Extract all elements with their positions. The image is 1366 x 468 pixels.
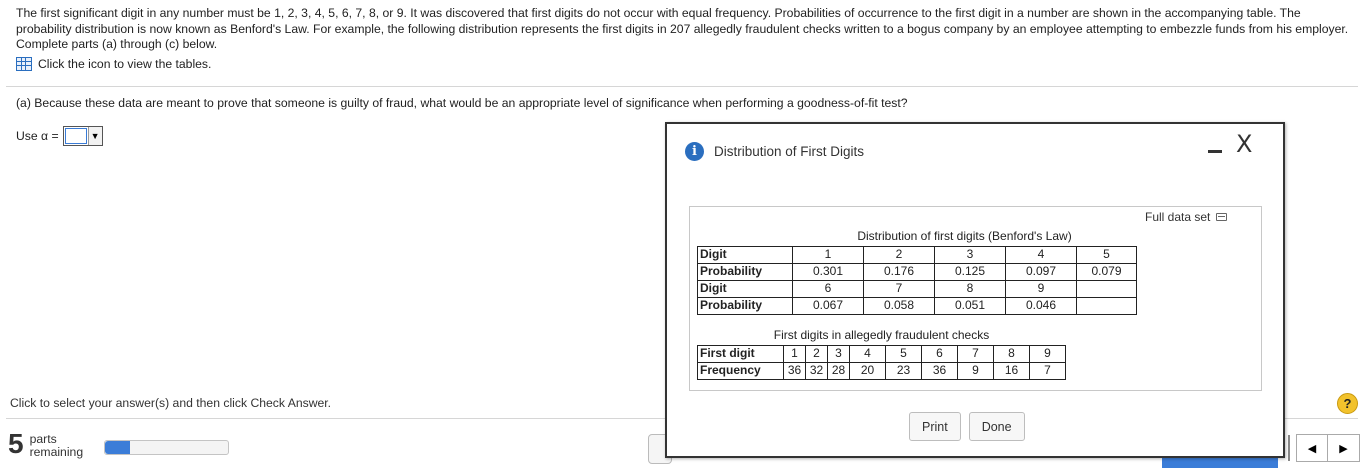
table-cell — [1076, 296, 1137, 315]
table-cell: 8 — [934, 279, 1006, 298]
table-cell: 2 — [863, 245, 935, 264]
close-icon[interactable]: X — [1236, 130, 1252, 158]
progress-bar — [104, 440, 229, 455]
table-cell: 36 — [783, 361, 806, 380]
table-cell: 0.301 — [792, 262, 864, 281]
problem-intro: The first significant digit in any numbe… — [16, 6, 1349, 51]
fraud-checks-table: First digits in allegedly fraudulent che… — [697, 328, 1066, 380]
table-cell: 20 — [849, 361, 886, 380]
print-button[interactable]: Print — [909, 412, 961, 441]
distribution-dialog: i Distribution of First Digits X Full da… — [665, 122, 1285, 458]
table-cell: 8 — [993, 344, 1030, 363]
minimize-icon[interactable] — [1208, 150, 1222, 153]
table-cell: 7 — [1029, 361, 1066, 380]
table-cell: 5 — [1076, 245, 1137, 264]
dialog-buttons: Print Done — [909, 412, 1025, 441]
table-cell: 1 — [792, 245, 864, 264]
parts-label: parts remaining — [30, 433, 84, 459]
parts-remaining: 5 parts remaining — [8, 430, 83, 459]
table-row: Digit 6 7 8 9 — [697, 279, 1137, 298]
info-icon: i — [685, 142, 704, 161]
table-cell: 0.058 — [863, 296, 935, 315]
view-tables-text: Click the icon to view the tables. — [38, 57, 212, 71]
table-row: Digit 1 2 3 4 5 — [697, 245, 1137, 264]
next-arrow-icon[interactable]: ▶ — [1328, 434, 1360, 462]
question-a: (a) Because these data are meant to prov… — [16, 96, 908, 110]
table-cell — [1076, 279, 1137, 298]
divider — [6, 86, 1358, 87]
table-cell: 28 — [827, 361, 850, 380]
fraud-caption: First digits in allegedly fraudulent che… — [773, 328, 990, 343]
row-header: Digit — [697, 279, 793, 298]
row-header: Digit — [697, 245, 793, 264]
alpha-answer-row: Use α = ▼ — [16, 126, 103, 146]
benford-table: Distribution of first digits (Benford's … — [697, 229, 1137, 315]
row-header: Probability — [697, 296, 793, 315]
alpha-dropdown[interactable]: ▼ — [62, 126, 103, 146]
table-icon[interactable] — [16, 57, 32, 71]
footer-instruction: Click to select your answer(s) and then … — [10, 396, 332, 410]
table-cell: 9 — [957, 361, 994, 380]
table-cell: 7 — [863, 279, 935, 298]
table-cell: 0.079 — [1076, 262, 1137, 281]
parts-count: 5 — [8, 428, 24, 459]
help-icon[interactable]: ? — [1337, 393, 1358, 414]
row-header: First digit — [697, 344, 784, 363]
table-cell: 7 — [957, 344, 994, 363]
table-cell: 0.067 — [792, 296, 864, 315]
table-cell: 0.125 — [934, 262, 1006, 281]
data-tables-panel: Distribution of first digits (Benford's … — [689, 206, 1262, 391]
row-header: Probability — [697, 262, 793, 281]
dropdown-arrow-icon[interactable]: ▼ — [87, 127, 102, 145]
table-cell: 9 — [1029, 344, 1066, 363]
table-cell: 16 — [993, 361, 1030, 380]
table-cell: 2 — [805, 344, 828, 363]
table-cell: 3 — [827, 344, 850, 363]
view-tables-link[interactable]: Click the icon to view the tables. — [16, 57, 211, 71]
done-button[interactable]: Done — [968, 412, 1025, 441]
question-navigation: ◀ ▶ — [1288, 434, 1360, 462]
table-cell: 0.051 — [934, 296, 1006, 315]
table-cell: 5 — [885, 344, 922, 363]
table-cell: 23 — [885, 361, 922, 380]
parts-label-line2: remaining — [29, 445, 84, 459]
table-cell: 9 — [1005, 279, 1077, 298]
nav-separator — [1288, 435, 1290, 461]
table-row: Probability 0.067 0.058 0.051 0.046 — [697, 296, 1137, 315]
table-row: First digit 1 2 3 4 5 6 7 8 9 — [697, 344, 1066, 363]
table-cell: 0.097 — [1005, 262, 1077, 281]
use-alpha-label: Use α = — [16, 129, 59, 143]
progress-fill — [105, 441, 130, 454]
table-row: Frequency 36 32 28 20 23 36 9 16 7 — [697, 361, 1066, 380]
table-cell: 0.046 — [1005, 296, 1077, 315]
table-cell: 32 — [805, 361, 828, 380]
dialog-title: Distribution of First Digits — [714, 144, 865, 159]
parts-label-line1: parts — [29, 432, 57, 446]
row-header: Frequency — [697, 361, 784, 380]
table-cell: 0.176 — [863, 262, 935, 281]
table-cell: 4 — [1005, 245, 1077, 264]
table-cell: 6 — [792, 279, 864, 298]
table-cell: 3 — [934, 245, 1006, 264]
benford-caption: Distribution of first digits (Benford's … — [857, 229, 1072, 244]
previous-arrow-icon[interactable]: ◀ — [1296, 434, 1328, 462]
table-cell: 4 — [849, 344, 886, 363]
table-cell: 6 — [921, 344, 958, 363]
table-row: Probability 0.301 0.176 0.125 0.097 0.07… — [697, 262, 1137, 281]
alpha-dropdown-value[interactable] — [64, 128, 87, 144]
table-cell: 36 — [921, 361, 958, 380]
table-cell: 1 — [783, 344, 806, 363]
dialog-header: i Distribution of First Digits — [685, 142, 864, 161]
